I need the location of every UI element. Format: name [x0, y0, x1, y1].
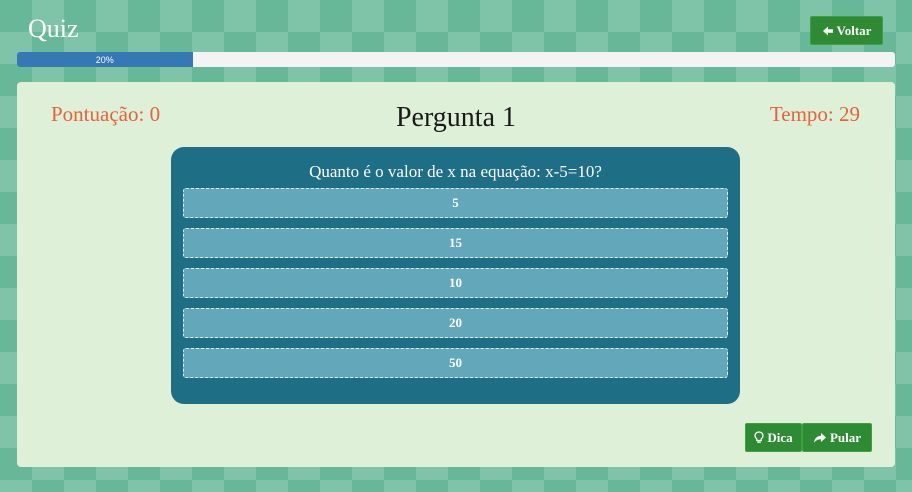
back-button[interactable]: Voltar: [810, 16, 883, 45]
back-button-label: Voltar: [836, 22, 872, 38]
question-card: Quanto é o valor de x na equação: x-5=10…: [171, 147, 740, 404]
answer-option[interactable]: 50: [183, 348, 728, 378]
hint-button[interactable]: Dica: [745, 423, 802, 452]
hint-button-label: Dica: [767, 429, 793, 445]
quiz-panel: Pontuação: 0 Pergunta 1 Tempo: 29 Quanto…: [17, 82, 895, 467]
arrow-left-icon: [822, 25, 834, 37]
lightbulb-icon: [754, 431, 765, 444]
timer-label: Tempo:: [769, 102, 834, 126]
progress-fill: 20%: [17, 52, 193, 67]
answer-option[interactable]: 20: [183, 308, 728, 338]
skip-button[interactable]: Pular: [802, 423, 872, 452]
timer-display: Tempo: 29: [770, 102, 860, 127]
answer-option[interactable]: 5: [183, 188, 728, 218]
question-text: Quanto é o valor de x na equação: x-5=10…: [309, 162, 602, 181]
app-title: Quiz: [28, 14, 79, 43]
question-number: Pergunta 1: [395, 102, 517, 133]
progress-label: 20%: [95, 54, 114, 65]
progress-bar: 20%: [17, 52, 895, 67]
skip-button-label: Pular: [829, 429, 862, 445]
answer-option[interactable]: 15: [183, 228, 728, 258]
answer-option[interactable]: 10: [183, 268, 728, 298]
share-arrow-icon: [813, 432, 827, 444]
timer-value: 29: [839, 102, 860, 126]
